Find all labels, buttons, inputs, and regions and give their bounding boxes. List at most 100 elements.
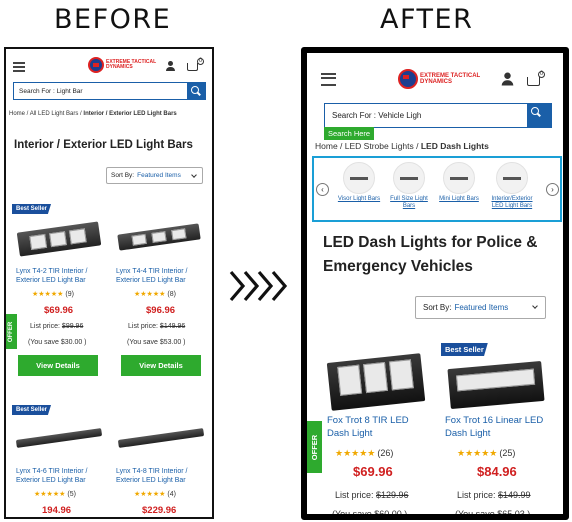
product-name[interactable]: Fox Trot 8 TIR LED Dash Light [327, 415, 427, 441]
best-seller-badge: Best Seller [12, 204, 52, 214]
sort-dropdown[interactable]: Sort By: Featured Items [106, 167, 203, 184]
view-details-button[interactable]: View Details [18, 355, 98, 376]
breadcrumb-home[interactable]: Home [9, 111, 25, 117]
product-image[interactable] [117, 428, 205, 448]
cart-count: 0 [538, 71, 545, 78]
product-price: $84.96 [477, 464, 517, 479]
review-count: (25) [499, 448, 516, 458]
savings-text: (You save $30.00 ) [28, 339, 87, 346]
sort-value: Featured Items [454, 303, 509, 312]
best-seller-badge: Best Seller [12, 405, 52, 415]
savings-text: (You save $65.03 ) [455, 509, 531, 519]
view-details-button[interactable]: View Details [121, 355, 201, 376]
category-item[interactable]: Full Size Light Bars [386, 162, 432, 210]
review-count: (4) [167, 491, 176, 498]
savings-text: (You save $60.00 ) [332, 509, 408, 519]
product-name[interactable]: Lynx T4-8 TIR Interior / Exterior LED Li… [116, 467, 210, 486]
review-count: (26) [377, 448, 394, 458]
review-count: (5) [67, 491, 76, 498]
product-name[interactable]: Fox Trot 16 Linear LED Dash Light [445, 415, 555, 441]
product-name[interactable]: Lynx T4-4 TIR Interior / Exterior LED Li… [116, 267, 210, 286]
account-icon[interactable] [166, 61, 175, 71]
list-price: List price: $149.99 [457, 490, 531, 500]
product-image[interactable] [15, 428, 103, 448]
sort-label: Sort By: [111, 172, 135, 179]
after-heading: AFTER [380, 4, 474, 35]
rating-stars: ★★★★★ (25) [457, 448, 516, 458]
search-icon[interactable] [187, 83, 205, 99]
category-label: Interior/Exterior LED Light Bars [491, 196, 533, 210]
account-icon[interactable] [501, 72, 514, 86]
cart-icon[interactable] [527, 77, 540, 86]
product-price: $96.96 [146, 305, 176, 316]
site-logo[interactable]: EXTREME TACTICAL DYNAMICS [88, 57, 156, 73]
sort-label: Sort By: [423, 303, 452, 312]
rating-stars: ★★★★★ (9) [32, 291, 74, 298]
rating-stars: ★★★★★ (5) [34, 491, 76, 498]
review-count: (8) [167, 291, 176, 298]
search-input[interactable]: Search For : Light Bar [14, 88, 187, 95]
review-count: (9) [65, 291, 74, 298]
search-here-tooltip: Search Here [324, 127, 375, 140]
logo-line-2: DYNAMICS [420, 79, 453, 85]
savings-text: (You save $53.00 ) [127, 339, 186, 346]
breadcrumb-strobe[interactable]: LED Strobe Lights [345, 141, 414, 151]
search-bar: Search For : Light Bar [13, 82, 206, 100]
breadcrumb-current: Interior / Exterior LED Light Bars [83, 111, 177, 117]
search-icon[interactable] [527, 104, 551, 127]
list-price: List price: $149.96 [128, 323, 186, 330]
after-phone: EXTREME TACTICAL DYNAMICS 0 Search For : … [301, 47, 569, 520]
rating-stars: ★★★★★ (8) [134, 291, 176, 298]
product-image[interactable] [117, 223, 201, 251]
product-image[interactable] [326, 353, 426, 411]
breadcrumb-all-led[interactable]: All LED Light Bars [30, 111, 79, 117]
breadcrumb-current: LED Dash Lights [420, 141, 489, 151]
carousel-prev-icon[interactable]: ‹ [316, 183, 329, 196]
logo-emblem-icon [88, 57, 104, 73]
transition-arrows-icon [229, 270, 288, 302]
product-image[interactable] [447, 360, 545, 410]
best-seller-badge: Best Seller [441, 343, 488, 356]
offer-tab[interactable]: OFFER [6, 314, 17, 349]
product-image[interactable] [16, 221, 102, 257]
header: EXTREME TACTICAL DYNAMICS 0 [6, 49, 212, 81]
before-heading: BEFORE [54, 4, 172, 35]
carousel-next-icon[interactable]: › [546, 183, 559, 196]
offer-tab[interactable]: OFFER [307, 421, 322, 473]
page-title: LED Dash Lights for Police & Emergency V… [323, 234, 538, 276]
menu-icon[interactable] [13, 62, 25, 72]
search-bar: Search For : Vehicle Ligh [324, 103, 552, 128]
category-item[interactable]: Visor Light Bars [336, 162, 382, 203]
sort-value: Featured Items [137, 172, 181, 179]
breadcrumb-home[interactable]: Home [315, 141, 338, 151]
product-price: 194.96 [42, 505, 72, 516]
product-name[interactable]: Lynx T4-2 TIR Interior / Exterior LED Li… [16, 267, 110, 286]
list-price: List price: $99.96 [30, 323, 84, 330]
logo-line-2: DYNAMICS [106, 64, 133, 70]
category-label: Full Size Light Bars [390, 196, 428, 210]
before-phone: EXTREME TACTICAL DYNAMICS 0 Search For : … [4, 47, 214, 519]
category-item[interactable]: Interior/Exterior LED Light Bars [486, 162, 538, 210]
site-logo[interactable]: EXTREME TACTICAL DYNAMICS [398, 69, 480, 89]
category-carousel: ‹ Visor Light Bars Full Size Light Bars … [312, 156, 562, 222]
rating-stars: ★★★★★ (26) [335, 448, 394, 458]
cart-icon[interactable] [187, 63, 198, 71]
rating-stars: ★★★★★ (4) [134, 491, 176, 498]
sort-dropdown[interactable]: Sort By: Featured Items [415, 296, 546, 319]
chevron-down-icon [532, 303, 538, 309]
category-label: Mini Light Bars [439, 196, 479, 202]
product-price: $69.96 [44, 305, 74, 316]
category-item[interactable]: Mini Light Bars [436, 162, 482, 203]
search-input[interactable]: Search For : Vehicle Ligh [325, 111, 527, 120]
product-price: $69.96 [353, 464, 393, 479]
category-label: Visor Light Bars [337, 196, 381, 202]
product-name[interactable]: Lynx T4-6 TIR Interior / Exterior LED Li… [16, 467, 110, 486]
cart-count: 0 [197, 58, 204, 65]
menu-icon[interactable] [321, 73, 336, 86]
breadcrumb: Home / All LED Light Bars / Interior / E… [9, 111, 177, 117]
page-title: Interior / Exterior LED Light Bars [14, 139, 193, 151]
logo-emblem-icon [398, 69, 418, 89]
breadcrumb: Home / LED Strobe Lights / LED Dash Ligh… [315, 141, 489, 151]
product-price: $229.96 [142, 505, 177, 516]
chevron-down-icon [191, 172, 197, 178]
